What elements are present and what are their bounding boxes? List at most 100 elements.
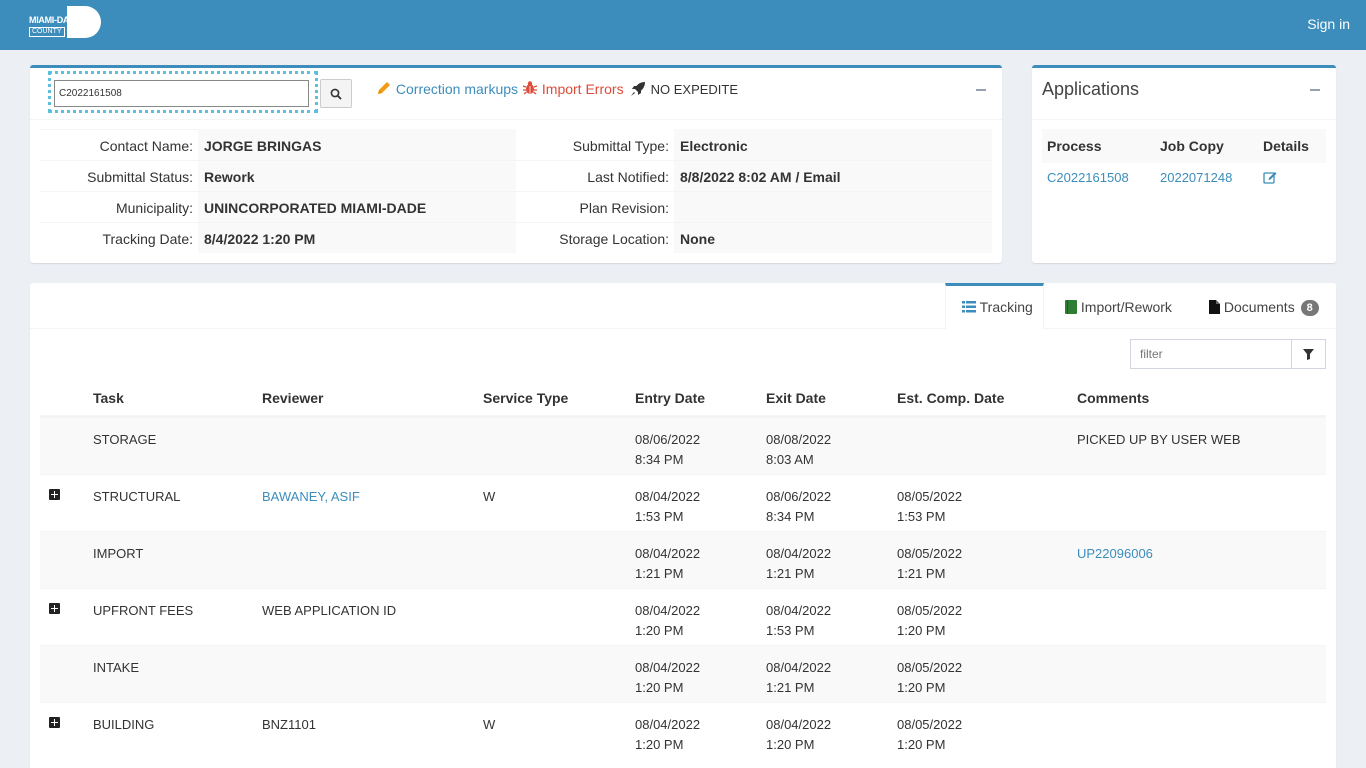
apps-header-job-copy: Job Copy xyxy=(1160,138,1224,154)
column-header-exit-date[interactable]: Exit Date xyxy=(766,390,826,406)
tab-documents[interactable]: Documents 8 xyxy=(1209,283,1319,329)
divider xyxy=(30,119,1002,120)
column-header-comments[interactable]: Comments xyxy=(1077,390,1149,406)
exit-date-line: 1:53 PM xyxy=(766,623,815,638)
entry-date-line: 1:21 PM xyxy=(635,566,684,581)
entry-date-line: 1:53 PM xyxy=(635,509,684,524)
est-date-line: 08/05/2022 xyxy=(897,546,963,561)
submittal-status-label: Submittal Status: xyxy=(87,169,193,185)
est-date-cell: 08/05/2022 1:53 PM xyxy=(897,487,962,527)
column-header-service-type[interactable]: Service Type xyxy=(483,390,568,406)
import-errors-link[interactable]: Import Errors xyxy=(522,80,624,97)
table-row: BUILDING BNZ1101 W 08/04/2022 1:20 PM 08/04/2… xyxy=(40,702,1326,759)
task-cell-wrap: UPFRONT FEES xyxy=(93,601,193,621)
reviewer-cell-wrap: BAWANEY, ASIF xyxy=(262,487,360,507)
est-date-line: 1:20 PM xyxy=(897,623,946,638)
entry-date-line: 08/06/2022 xyxy=(635,432,701,447)
tracking-date-value: 8/4/2022 1:20 PM xyxy=(204,231,316,247)
logo-county: COUNTY xyxy=(29,27,65,37)
last-notified-value: 8/8/2022 8:02 AM / Email xyxy=(680,169,841,185)
search-button[interactable] xyxy=(320,79,352,108)
divider xyxy=(1032,119,1336,120)
est-date-line: 08/05/2022 xyxy=(897,489,963,504)
correction-markups-link[interactable]: Correction markups xyxy=(376,80,518,97)
est-date-cell: 08/05/2022 1:20 PM xyxy=(897,715,962,755)
column-header-est-comp-date[interactable]: Est. Comp. Date xyxy=(897,390,1004,406)
est-date-cell: 08/05/2022 1:20 PM xyxy=(897,601,962,641)
entry-date-cell: 08/04/2022 1:20 PM xyxy=(635,715,700,755)
exit-date-line: 08/06/2022 xyxy=(766,489,832,504)
entry-date-cell: 08/04/2022 1:53 PM xyxy=(635,487,700,527)
table-row: STORAGE 08/06/2022 8:34 PM 08/08/2022 8:03 A… xyxy=(40,417,1326,474)
filter-button[interactable] xyxy=(1291,339,1326,369)
table-row: IMPORT 08/04/2022 1:21 PM 08/04/2022 1:21 PM… xyxy=(40,531,1326,588)
task-cell-wrap: INTAKE xyxy=(93,658,139,678)
expand-row-icon[interactable] xyxy=(49,717,60,728)
tracking-date-label: Tracking Date: xyxy=(102,231,193,247)
column-header-entry-date[interactable]: Entry Date xyxy=(635,390,705,406)
table-row: UPFRONT FEES WEB APPLICATION ID 08/04/2022… xyxy=(40,588,1326,645)
details-link[interactable] xyxy=(1263,170,1277,187)
bug-icon xyxy=(522,81,538,95)
submittal-status-value: Rework xyxy=(204,169,255,185)
task-cell-wrap: STRUCTURAL xyxy=(93,487,180,507)
expand-row-icon[interactable] xyxy=(49,489,60,500)
reviewer-link[interactable]: BAWANEY, ASIF xyxy=(262,489,360,504)
exit-date-cell: 08/04/2022 1:21 PM xyxy=(766,658,831,698)
task-cell: STRUCTURAL xyxy=(93,489,181,504)
filter-icon xyxy=(1303,349,1314,360)
contact-name-label: Contact Name: xyxy=(99,138,193,154)
tab-documents-label: Documents xyxy=(1223,299,1295,315)
entry-date-line: 08/04/2022 xyxy=(635,717,701,732)
collapse-icon[interactable] xyxy=(976,89,986,91)
divider xyxy=(40,222,992,223)
est-date-line: 1:20 PM xyxy=(897,680,946,695)
applications-title: Applications xyxy=(1042,79,1140,99)
divider xyxy=(40,160,992,161)
process-link[interactable]: C2022161508 xyxy=(1047,170,1129,185)
process-search-input[interactable] xyxy=(54,80,309,107)
exit-date-cell: 08/08/2022 8:03 AM xyxy=(766,430,831,470)
divider xyxy=(40,191,992,192)
collapse-icon[interactable] xyxy=(1310,89,1320,91)
import-errors-label: Import Errors xyxy=(541,81,624,97)
tab-tracking[interactable]: Tracking xyxy=(945,283,1044,329)
miami-dade-logo[interactable]: MIAMI-DADE COUNTY xyxy=(29,6,103,38)
task-cell: BUILDING xyxy=(93,717,155,732)
municipality-label: Municipality: xyxy=(115,200,193,216)
task-cell: UPFRONT FEES xyxy=(93,603,194,618)
exit-date-cell: 08/04/2022 1:21 PM xyxy=(766,544,831,584)
comments-link[interactable]: UP22096006 xyxy=(1077,546,1153,561)
exit-date-line: 1:21 PM xyxy=(766,566,815,581)
est-date-line: 08/05/2022 xyxy=(897,603,963,618)
task-cell: IMPORT xyxy=(93,546,144,561)
entry-date-line: 08/04/2022 xyxy=(635,660,701,675)
table-row: STRUCTURAL BAWANEY, ASIF W 08/04/2022 1:53 P… xyxy=(40,474,1326,531)
applications-box: Applications Process Job Copy Details C2… xyxy=(1032,65,1336,263)
tracking-box: Tracking Import/Rework Documents 8 Task … xyxy=(30,283,1336,768)
filter-input[interactable] xyxy=(1130,339,1292,369)
reviewer-cell: BNZ1101 xyxy=(262,717,316,732)
service-cell: W xyxy=(483,717,496,732)
column-header-reviewer[interactable]: Reviewer xyxy=(262,390,323,406)
column-header-task[interactable]: Task xyxy=(93,390,124,406)
exit-date-cell: 08/04/2022 1:20 PM xyxy=(766,715,831,755)
task-cell: STORAGE xyxy=(93,432,157,447)
tab-import-rework[interactable]: Import/Rework xyxy=(1065,283,1172,329)
sign-in-link[interactable]: Sign in xyxy=(1307,16,1350,32)
table-row: INTAKE 08/04/2022 1:20 PM 08/04/2022 1:21 PM… xyxy=(40,645,1326,702)
exit-date-line: 08/04/2022 xyxy=(766,717,832,732)
info-value-bg xyxy=(674,191,992,222)
contact-name-value: JORGE BRINGAS xyxy=(204,138,322,154)
documents-count-badge: 8 xyxy=(1300,300,1319,316)
job-copy-link[interactable]: 2022071248 xyxy=(1160,170,1232,185)
expand-row-icon[interactable] xyxy=(49,603,60,614)
municipality-value: UNINCORPORATED MIAMI-DADE xyxy=(204,200,427,216)
correction-markups-label: Correction markups xyxy=(395,81,519,97)
task-cell-wrap: IMPORT xyxy=(93,544,143,564)
plan-revision-label: Plan Revision: xyxy=(579,200,670,216)
entry-date-line: 08/04/2022 xyxy=(635,603,701,618)
service-cell-wrap: W xyxy=(483,487,495,507)
exit-date-line: 1:21 PM xyxy=(766,680,815,695)
list-icon xyxy=(962,301,976,313)
